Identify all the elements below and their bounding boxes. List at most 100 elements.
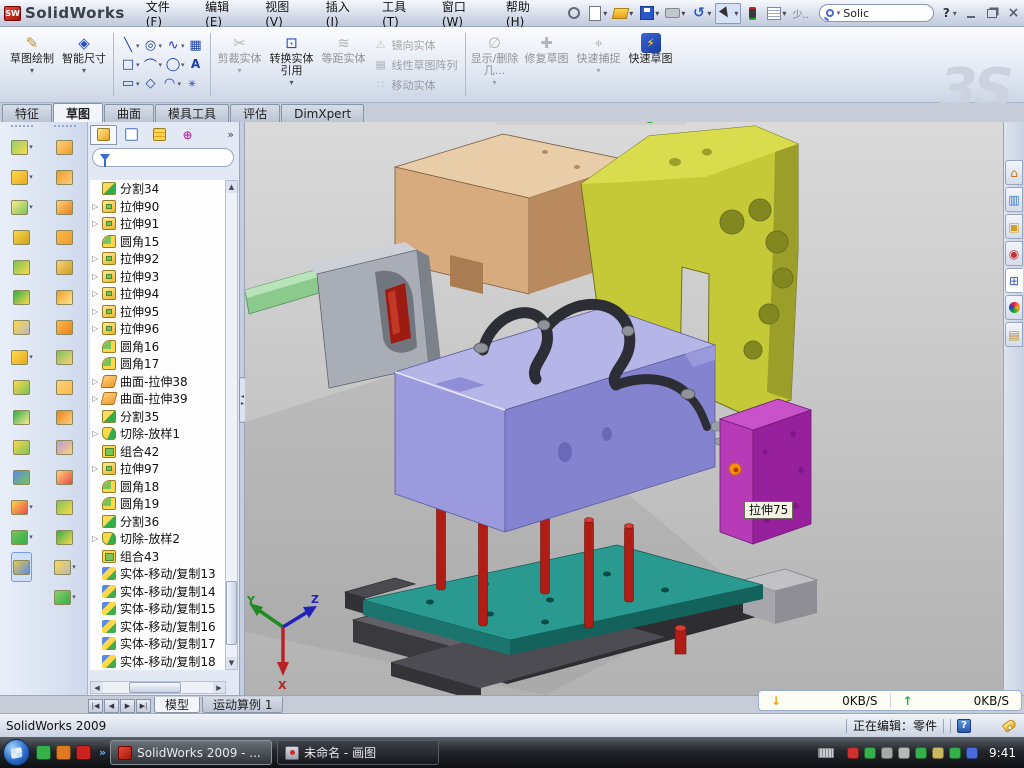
特征-tab[interactable]: 特征 bbox=[2, 104, 52, 122]
linear-pattern-button[interactable]: 线性草图阵列 bbox=[370, 56, 462, 74]
scroll-right-arrow-icon[interactable]: ▶ bbox=[213, 682, 225, 693]
menu-item[interactable]: 窗口(W) bbox=[431, 0, 495, 26]
surface-untrim-button[interactable]: ▾ bbox=[55, 432, 74, 462]
revolved-boss-button[interactable]: ▾ bbox=[10, 192, 34, 222]
scrollbar-thumb[interactable] bbox=[226, 581, 237, 645]
expand-arrow-icon[interactable]: ▷ bbox=[92, 429, 102, 438]
help-button[interactable]: ? bbox=[940, 6, 953, 20]
minimize-button[interactable] bbox=[962, 6, 981, 21]
expand-arrow-icon[interactable]: ▷ bbox=[92, 219, 102, 228]
boundary-boss-button[interactable]: ▾ bbox=[12, 282, 31, 312]
surface-trim-button[interactable]: ▾ bbox=[55, 402, 74, 432]
menu-item[interactable]: 帮助(H) bbox=[495, 0, 556, 26]
extruded-cut-button[interactable]: ▾ bbox=[10, 162, 34, 192]
tree-item[interactable]: ▷ 实体-移动/复制15 bbox=[90, 600, 226, 618]
rapid-button[interactable]: 快速草图 ▾ bbox=[625, 29, 677, 100]
appearances-scenes-tab[interactable] bbox=[1005, 295, 1023, 320]
tree-item[interactable]: ▷ 拉伸97 bbox=[90, 460, 226, 478]
previous-view-button[interactable]: ▾ bbox=[536, 122, 553, 124]
surface-revolve-button[interactable]: ▾ bbox=[55, 162, 74, 192]
section-view-button[interactable]: ▾ bbox=[555, 122, 572, 124]
tab-nav-button[interactable]: ▶ bbox=[120, 699, 135, 713]
point-button[interactable]: ▾ bbox=[183, 75, 201, 93]
tree-item[interactable]: ▷ 组合42 bbox=[90, 443, 226, 461]
convert-button[interactable]: 转换实体引用 ▾ bbox=[266, 29, 318, 100]
曲面-tab[interactable]: 曲面 bbox=[104, 104, 154, 122]
menu-item[interactable]: 编辑(E) bbox=[194, 0, 254, 26]
tab-nav-button[interactable]: |◀ bbox=[88, 699, 103, 713]
surface-delete-face-button[interactable]: ▾ bbox=[55, 462, 74, 492]
restore-button[interactable] bbox=[983, 6, 1002, 21]
expand-arrow-icon[interactable]: ▷ bbox=[92, 464, 102, 473]
file-explorer-tab[interactable] bbox=[1005, 214, 1023, 239]
move-entities-button[interactable]: 移动实体 bbox=[370, 76, 462, 94]
combine-bodies-button[interactable]: ▾ bbox=[12, 432, 31, 462]
tree-item[interactable]: ▷ 实体-移动/复制13 bbox=[90, 565, 226, 583]
tree-item[interactable]: ▷ 曲面-拉伸39 bbox=[90, 390, 226, 408]
view-orientation-button[interactable]: ▾ bbox=[574, 122, 595, 124]
apply-scene-button[interactable]: ▾ bbox=[663, 122, 684, 124]
DimXpert-tab[interactable]: DimXpert bbox=[281, 104, 364, 122]
tree-item[interactable]: ▷ 实体-移动/复制18 bbox=[90, 653, 226, 671]
tree-item[interactable]: ▷ 圆角15 bbox=[90, 233, 226, 251]
surface-wand-button[interactable]: ▾ bbox=[53, 552, 77, 582]
taskbar-clock[interactable]: 9:41 bbox=[989, 746, 1016, 760]
模型-tab[interactable]: 模型 bbox=[154, 697, 200, 713]
start-button[interactable] bbox=[3, 739, 30, 766]
slot-button[interactable]: ▾ bbox=[119, 75, 141, 93]
graphics-area[interactable]: Y Z X ▾ ▾ ▾ ▾ bbox=[245, 122, 1003, 695]
custom-properties-tab[interactable] bbox=[1005, 322, 1023, 347]
input-method-keyboard-icon[interactable] bbox=[818, 748, 834, 758]
quick-launch-expand-icon[interactable]: » bbox=[99, 746, 106, 759]
menu-item[interactable]: 工具(T) bbox=[371, 0, 431, 26]
expand-arrow-icon[interactable]: ▷ bbox=[92, 272, 102, 281]
surface-thicken-button[interactable]: ▾ bbox=[55, 522, 74, 552]
solidworks-quicklaunch-icon[interactable] bbox=[76, 745, 91, 760]
tree-item[interactable]: ▷ 实体-移动/复制17 bbox=[90, 635, 226, 653]
close-button[interactable]: × bbox=[1004, 6, 1023, 21]
design-library-tab[interactable] bbox=[1005, 187, 1023, 212]
spline-button[interactable]: ▾ bbox=[164, 37, 186, 55]
polygon-button[interactable]: ▾ bbox=[142, 75, 160, 93]
health-shield-icon[interactable] bbox=[949, 747, 961, 759]
viewport-3d[interactable]: Y Z X bbox=[245, 122, 1003, 695]
surface-boundary-button[interactable]: ▾ bbox=[55, 252, 74, 282]
undo-button[interactable]: ▾ bbox=[689, 3, 713, 24]
lofted-boss-button[interactable]: ▾ bbox=[12, 252, 31, 282]
tree-item[interactable]: ▷ 拉伸95 bbox=[90, 303, 226, 321]
tree-item[interactable]: ▷ 拉伸92 bbox=[90, 250, 226, 268]
security-shield-icon[interactable] bbox=[864, 747, 876, 759]
surface-fillet-button[interactable]: ▾ bbox=[55, 492, 74, 522]
tree-filter-box[interactable] bbox=[92, 148, 234, 167]
print-button[interactable]: ▾ bbox=[663, 3, 687, 24]
tree-item[interactable]: ▷ 分割35 bbox=[90, 408, 226, 426]
split-body-button[interactable]: ▾ bbox=[12, 402, 31, 432]
property-manager-tab[interactable] bbox=[118, 125, 145, 145]
rib-feature-button[interactable]: ▾ bbox=[12, 372, 31, 402]
text-button[interactable]: ▾ bbox=[187, 56, 205, 74]
tree-item[interactable]: ▷ 圆角16 bbox=[90, 338, 226, 356]
network-warning-icon[interactable] bbox=[932, 747, 944, 759]
smart-dimension-button[interactable]: 智能尺寸 ▾ bbox=[58, 29, 110, 100]
linear-pattern-button[interactable]: ▾ bbox=[10, 342, 34, 372]
dynamic-mirror-button[interactable]: ▾ bbox=[187, 37, 205, 55]
tree-item[interactable]: ▷ 组合43 bbox=[90, 548, 226, 566]
circle-button[interactable]: ▾ bbox=[142, 37, 164, 55]
sync-status-icon[interactable] bbox=[966, 747, 978, 759]
save-button[interactable]: ▾ bbox=[637, 3, 661, 24]
surface-extend-button[interactable]: ▾ bbox=[55, 372, 74, 402]
草图-tab[interactable]: 草图 bbox=[53, 103, 103, 122]
search-scope-caret-icon[interactable]: ▾ bbox=[837, 9, 841, 17]
toolbar-grip[interactable] bbox=[11, 125, 33, 128]
centerpoint-arc-button[interactable]: ▾ bbox=[142, 56, 164, 74]
ellipse-button[interactable]: ▾ bbox=[164, 56, 186, 74]
expand-arrow-icon[interactable]: ▷ bbox=[92, 254, 102, 263]
mold-plate[interactable] bbox=[395, 307, 737, 532]
messenger-quicklaunch-icon[interactable] bbox=[36, 745, 51, 760]
vpn-status-icon[interactable] bbox=[915, 747, 927, 759]
slider-block[interactable] bbox=[245, 242, 441, 388]
antivirus-quicklaunch-icon[interactable] bbox=[56, 745, 71, 760]
tree-item[interactable]: ▷ 拉伸94 bbox=[90, 285, 226, 303]
tab-nav-button[interactable]: ▶| bbox=[136, 699, 151, 713]
feature-manager-tab[interactable] bbox=[90, 125, 117, 145]
